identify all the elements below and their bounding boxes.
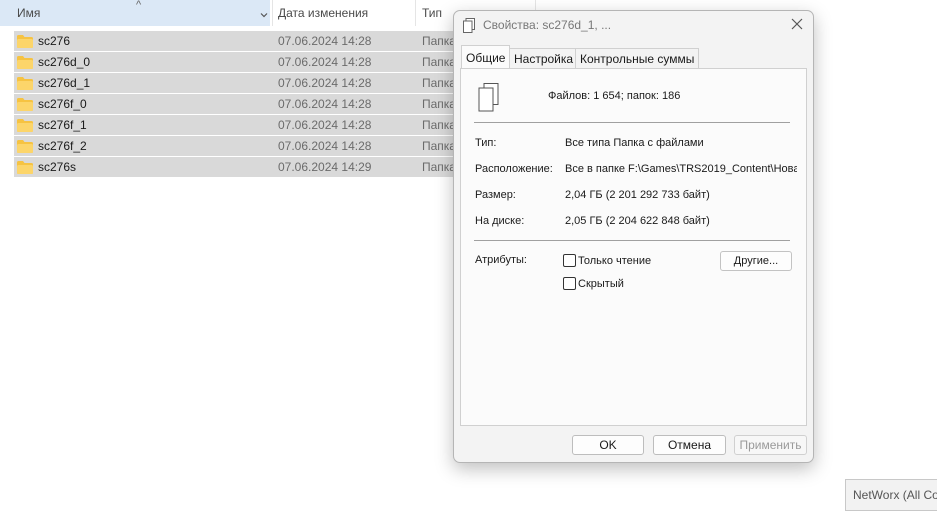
dialog-title: Свойства: sc276d_1, ... bbox=[483, 18, 612, 32]
item-name: sc276f_2 bbox=[38, 139, 87, 153]
folder-icon bbox=[17, 139, 33, 153]
networx-tooltip: NetWorx (All Co bbox=[845, 479, 937, 511]
ok-button[interactable]: OK bbox=[572, 435, 644, 455]
item-type: Папка bbox=[422, 139, 454, 153]
disk-size-label: На диске: bbox=[475, 215, 525, 227]
tab-settings[interactable]: Настройка bbox=[509, 48, 579, 68]
folder-icon bbox=[17, 118, 33, 132]
chevron-down-icon[interactable] bbox=[258, 6, 270, 18]
other-attributes-button[interactable]: Другие... bbox=[720, 251, 792, 271]
documents-icon bbox=[478, 83, 500, 113]
folder-icon bbox=[17, 76, 33, 90]
item-type: Папка bbox=[422, 160, 454, 174]
cancel-button[interactable]: Отмена bbox=[653, 435, 726, 455]
item-type: Папка bbox=[422, 97, 454, 111]
general-panel: Файлов: 1 654; папок: 186 Тип: Все типа … bbox=[460, 68, 807, 426]
list-item[interactable]: sc276f_1 07.06.2024 14:28 Папка bbox=[14, 115, 454, 135]
item-name: sc276f_1 bbox=[38, 118, 87, 132]
readonly-label[interactable]: Только чтение bbox=[578, 255, 651, 267]
item-type: Папка bbox=[422, 118, 454, 132]
folder-icon bbox=[17, 97, 33, 111]
list-item[interactable]: sc276d_0 07.06.2024 14:28 Папка bbox=[14, 52, 454, 72]
item-date: 07.06.2024 14:28 bbox=[278, 118, 372, 132]
list-item[interactable]: sc276 07.06.2024 14:28 Папка bbox=[14, 31, 454, 51]
item-date: 07.06.2024 14:28 bbox=[278, 76, 372, 90]
type-label: Тип: bbox=[475, 137, 497, 149]
location-label: Расположение: bbox=[475, 163, 553, 175]
tab-checksums[interactable]: Контрольные суммы bbox=[575, 48, 700, 68]
item-name: sc276d_1 bbox=[38, 76, 91, 90]
item-type: Папка bbox=[422, 76, 454, 90]
item-name: sc276f_0 bbox=[38, 97, 87, 111]
list-item[interactable]: sc276f_2 07.06.2024 14:28 Папка bbox=[14, 136, 454, 156]
hidden-label[interactable]: Скрытый bbox=[578, 278, 624, 290]
item-date: 07.06.2024 14:28 bbox=[278, 55, 372, 69]
attributes-label: Атрибуты: bbox=[475, 254, 527, 266]
sort-ascending-icon: ^ bbox=[136, 0, 142, 11]
item-type: Папка bbox=[422, 55, 454, 69]
apply-button[interactable]: Применить bbox=[734, 435, 807, 455]
item-type: Папка bbox=[422, 34, 454, 48]
column-name-header[interactable]: Имя ^ bbox=[0, 0, 270, 26]
disk-size-value: 2,05 ГБ (2 204 622 848 байт) bbox=[565, 215, 710, 227]
type-value: Все типа Папка с файлами bbox=[565, 137, 704, 149]
list-item[interactable]: sc276f_0 07.06.2024 14:28 Папка bbox=[14, 94, 454, 114]
item-date: 07.06.2024 14:28 bbox=[278, 97, 372, 111]
hidden-checkbox[interactable] bbox=[563, 277, 576, 290]
list-item[interactable]: sc276s 07.06.2024 14:29 Папка bbox=[14, 157, 454, 177]
item-name: sc276d_0 bbox=[38, 55, 91, 69]
tab-general[interactable]: Общие bbox=[461, 45, 511, 68]
item-date: 07.06.2024 14:29 bbox=[278, 160, 372, 174]
folder-icon bbox=[17, 160, 33, 174]
item-date: 07.06.2024 14:28 bbox=[278, 139, 372, 153]
size-value: 2,04 ГБ (2 201 292 733 байт) bbox=[565, 189, 710, 201]
documents-icon bbox=[463, 18, 475, 33]
column-date-header[interactable]: Дата изменения bbox=[278, 0, 368, 26]
size-label: Размер: bbox=[475, 189, 516, 201]
item-name: sc276 bbox=[38, 34, 71, 48]
close-button[interactable] bbox=[789, 17, 805, 33]
dialog-titlebar[interactable]: Свойства: sc276d_1, ... bbox=[454, 11, 813, 41]
column-name-label: Имя bbox=[17, 6, 41, 20]
divider bbox=[474, 240, 790, 241]
list-item[interactable]: sc276d_1 07.06.2024 14:28 Папка bbox=[14, 73, 454, 93]
properties-dialog: Свойства: sc276d_1, ... Общие Настройка … bbox=[453, 10, 814, 463]
item-date: 07.06.2024 14:28 bbox=[278, 34, 372, 48]
folder-icon bbox=[17, 34, 33, 48]
file-list: sc276 07.06.2024 14:28 Папка sc276d_0 07… bbox=[14, 31, 454, 178]
close-icon bbox=[791, 18, 803, 30]
location-value: Все в папке F:\Games\TRS2019_Content\Нов… bbox=[565, 163, 797, 175]
column-separator[interactable] bbox=[415, 0, 416, 26]
divider bbox=[474, 122, 790, 123]
item-name: sc276s bbox=[38, 160, 77, 174]
files-count: Файлов: 1 654; папок: 186 bbox=[548, 90, 681, 102]
column-type-header[interactable]: Тип bbox=[422, 0, 442, 26]
folder-icon bbox=[17, 55, 33, 69]
column-separator[interactable] bbox=[272, 0, 273, 26]
readonly-checkbox[interactable] bbox=[563, 254, 576, 267]
